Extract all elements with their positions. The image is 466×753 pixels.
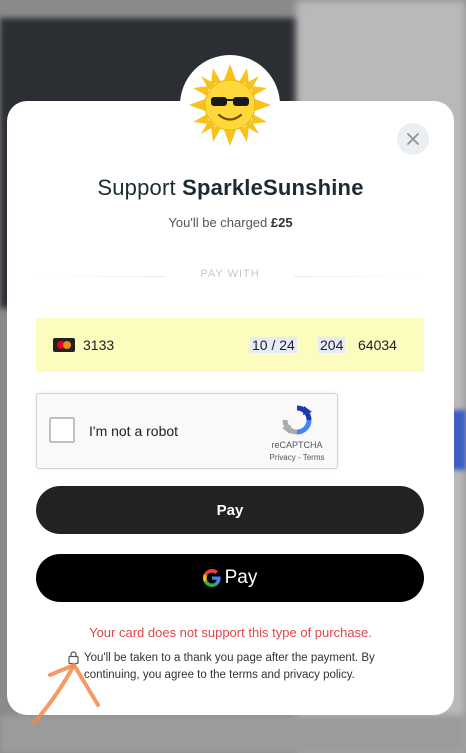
close-icon — [407, 133, 419, 145]
google-pay-label: Pay — [224, 567, 258, 588]
pay-button[interactable]: Pay — [36, 486, 424, 534]
google-pay-button[interactable]: Pay — [36, 554, 424, 602]
modal-title: Support SparkleSunshine — [7, 175, 454, 201]
recaptcha-links[interactable]: Privacy - Terms — [259, 453, 335, 462]
creator-name: SparkleSunshine — [182, 175, 364, 200]
recaptcha-checkbox[interactable] — [49, 417, 75, 443]
card-cvc-field[interactable]: 204 — [318, 337, 346, 353]
card-number-field[interactable]: 3133 — [83, 337, 114, 353]
pay-with-label: PAY WITH — [200, 268, 260, 280]
support-prefix: Support — [97, 175, 176, 200]
creator-avatar — [180, 55, 280, 155]
recaptcha-logo-icon — [282, 405, 312, 435]
footer-note-text: You'll be taken to a thank you page afte… — [84, 652, 375, 681]
card-postcode-field[interactable]: 64034 — [358, 337, 397, 353]
pay-with-divider: PAY WITH — [36, 268, 424, 284]
recaptcha-widget: I'm not a robot reCAPTCHA Privacy - Term… — [36, 393, 338, 469]
error-message: Your card does not support this type of … — [89, 625, 372, 640]
close-button[interactable] — [397, 123, 429, 155]
recaptcha-label: I'm not a robot — [89, 423, 179, 439]
google-g-icon — [202, 569, 221, 587]
pay-button-label: Pay — [216, 501, 244, 519]
sun-avatar-icon — [189, 64, 271, 146]
charge-summary: You'll be charged £25 — [7, 215, 454, 230]
recaptcha-brand: reCAPTCHA — [271, 440, 323, 450]
charge-amount: £25 — [270, 215, 293, 230]
card-input[interactable]: 3133 10 / 24 204 64034 — [36, 318, 424, 372]
card-expiry-field[interactable]: 10 / 24 — [250, 337, 297, 353]
charge-prefix: You'll be charged — [168, 215, 268, 230]
mastercard-icon — [53, 338, 75, 352]
arrow-annotation-icon — [32, 663, 100, 725]
